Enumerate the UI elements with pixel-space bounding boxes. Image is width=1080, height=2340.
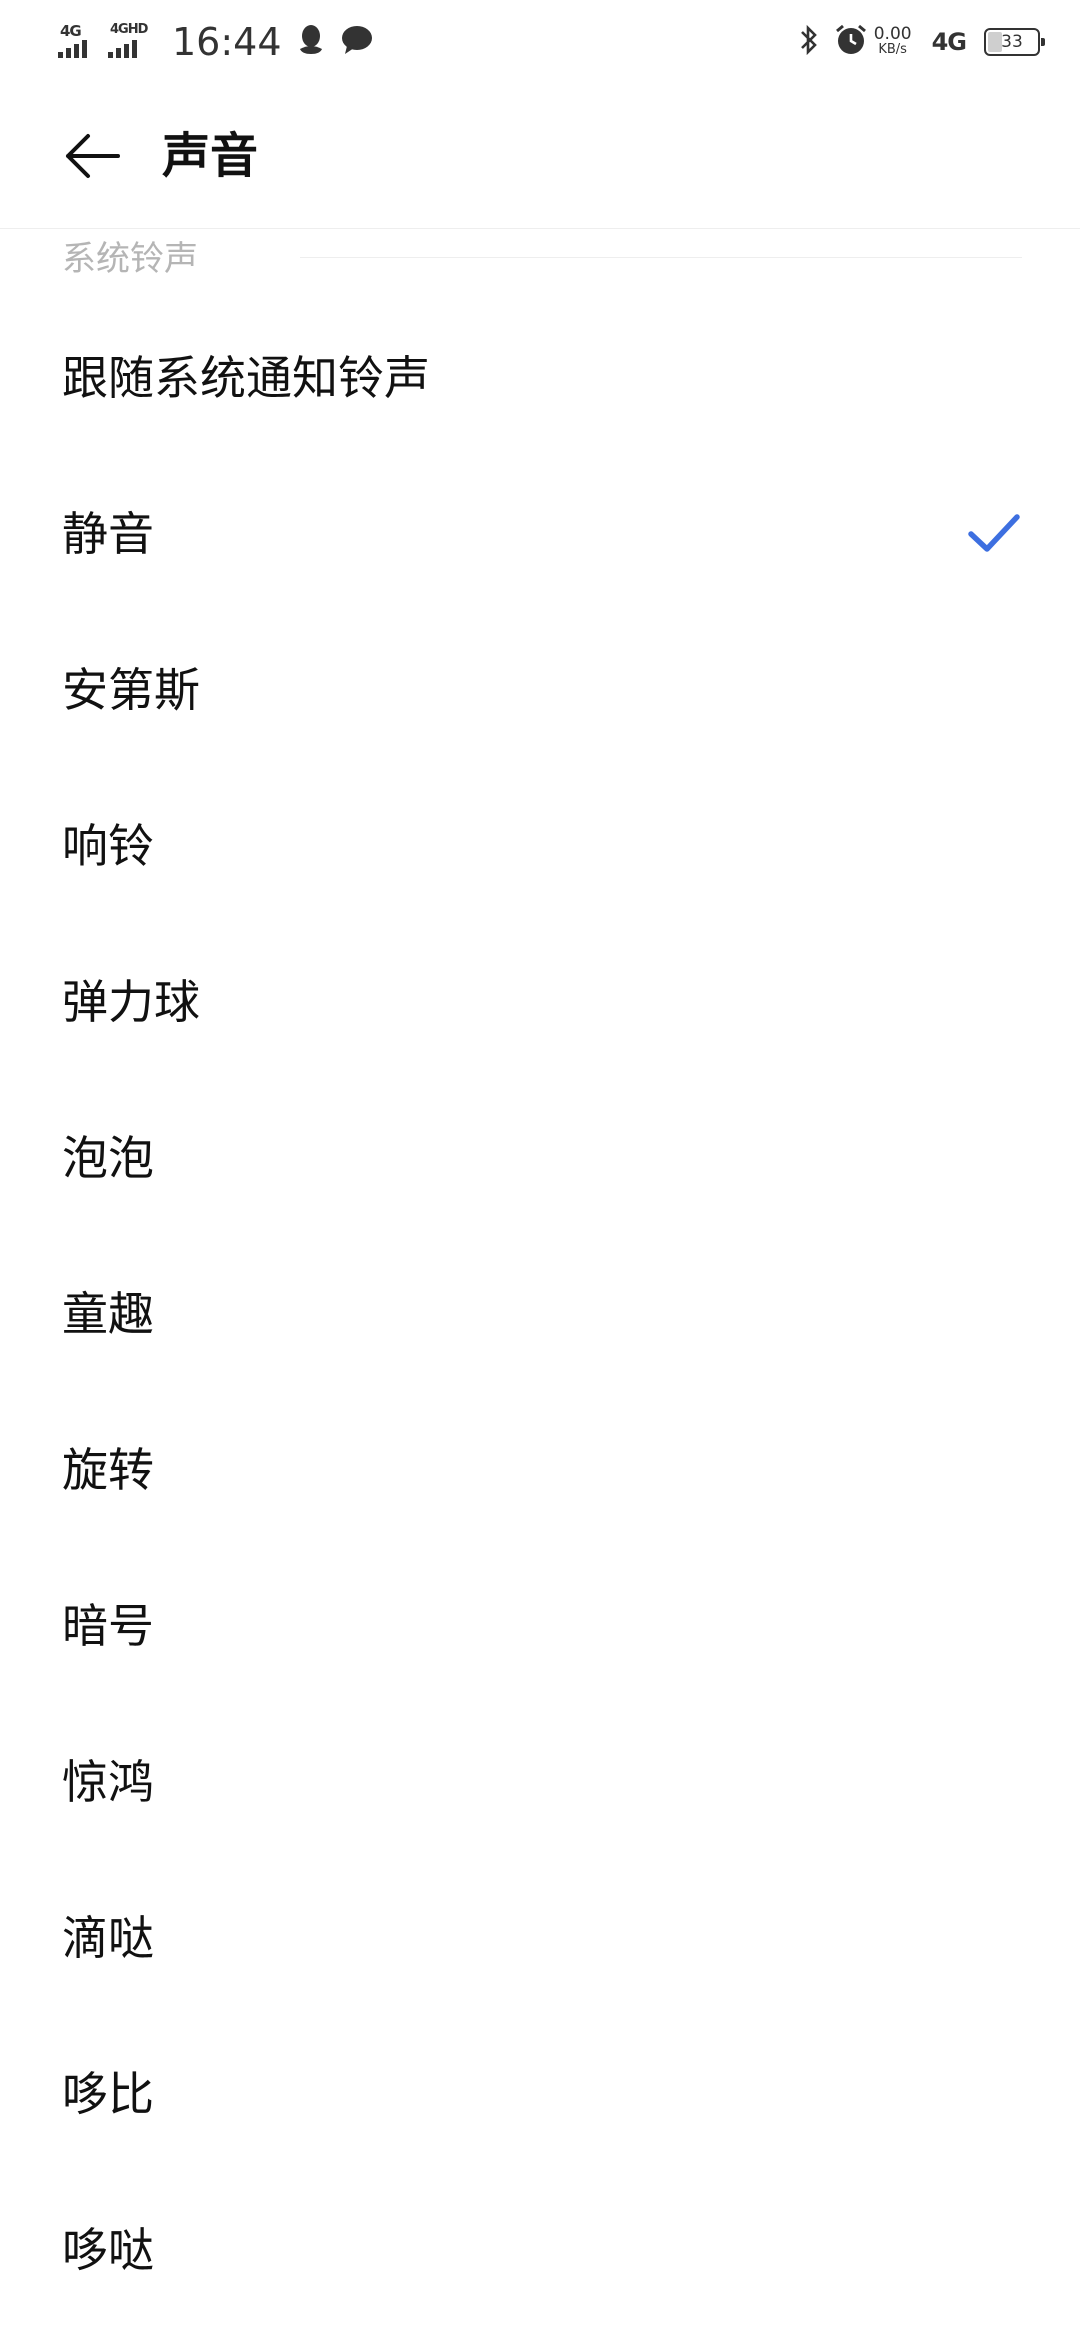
back-arrow-icon bbox=[66, 134, 120, 178]
ringtone-item-dida[interactable]: 滴哒 bbox=[0, 1860, 1080, 2016]
ringtone-list: 跟随系统通知铃声 静音 安第斯 响铃 弹力球 泡泡 童趣 旋转 暗号 惊鸿 滴哒… bbox=[0, 300, 1080, 2328]
ringtone-label: 惊鸿 bbox=[62, 1755, 154, 1809]
ringtone-item-duoda[interactable]: 哆哒 bbox=[0, 2172, 1080, 2328]
ringtone-item-signal[interactable]: 暗号 bbox=[0, 1548, 1080, 1704]
app-bar: 声音 bbox=[0, 84, 1080, 229]
ringtone-item-bouncy-ball[interactable]: 弹力球 bbox=[0, 924, 1080, 1080]
status-bar: 4G 4GHD 16:44 0.00 KB/s 4G 33 bbox=[0, 0, 1080, 84]
ringtone-label: 跟随系统通知铃声 bbox=[62, 351, 430, 405]
battery-icon: 33 bbox=[984, 28, 1045, 56]
network-type: 4G bbox=[931, 28, 967, 56]
ringtone-label: 哆哒 bbox=[62, 2223, 154, 2277]
ringtone-label: 旋转 bbox=[62, 1443, 154, 1497]
ringtone-item-bubbles[interactable]: 泡泡 bbox=[0, 1080, 1080, 1236]
ringtone-label: 哆比 bbox=[62, 2067, 154, 2121]
ringtone-label: 泡泡 bbox=[62, 1131, 154, 1185]
sim1-network-type: 4G bbox=[60, 22, 82, 40]
page-title: 声音 bbox=[162, 128, 259, 184]
ringtone-item-follow-system[interactable]: 跟随系统通知铃声 bbox=[0, 300, 1080, 456]
ringtone-item-spin[interactable]: 旋转 bbox=[0, 1392, 1080, 1548]
ringtone-label: 静音 bbox=[62, 507, 154, 561]
sim2-signal-icon: 4GHD bbox=[108, 22, 154, 62]
message-icon bbox=[340, 24, 374, 60]
ringtone-item-andes[interactable]: 安第斯 bbox=[0, 612, 1080, 768]
bluetooth-icon bbox=[798, 23, 820, 61]
ringtone-item-childlike[interactable]: 童趣 bbox=[0, 1236, 1080, 1392]
back-button[interactable] bbox=[56, 120, 128, 192]
ringtone-item-ring[interactable]: 响铃 bbox=[0, 768, 1080, 924]
network-speed: 0.00 KB/s bbox=[873, 24, 912, 58]
ringtone-item-jinghong[interactable]: 惊鸿 bbox=[0, 1704, 1080, 1860]
ringtone-item-silent[interactable]: 静音 bbox=[0, 456, 1080, 612]
ringtone-label: 暗号 bbox=[62, 1599, 154, 1653]
alarm-icon bbox=[834, 23, 868, 61]
ringtone-label: 响铃 bbox=[62, 819, 154, 873]
sim2-network-type: 4GHD bbox=[110, 22, 148, 37]
sim1-signal-icon: 4G bbox=[58, 22, 98, 62]
ringtone-label: 安第斯 bbox=[62, 663, 200, 717]
ringtone-item-duobi[interactable]: 哆比 bbox=[0, 2016, 1080, 2172]
battery-level: 33 bbox=[1001, 32, 1023, 52]
section-divider bbox=[300, 257, 1022, 258]
ringtone-label: 滴哒 bbox=[62, 1911, 154, 1965]
status-time: 16:44 bbox=[172, 20, 282, 64]
ringtone-label: 弹力球 bbox=[62, 975, 200, 1029]
checkmark-icon bbox=[968, 514, 1020, 552]
section-label: 系统铃声 bbox=[62, 239, 198, 279]
qq-icon bbox=[296, 23, 326, 61]
ringtone-label: 童趣 bbox=[62, 1287, 154, 1341]
